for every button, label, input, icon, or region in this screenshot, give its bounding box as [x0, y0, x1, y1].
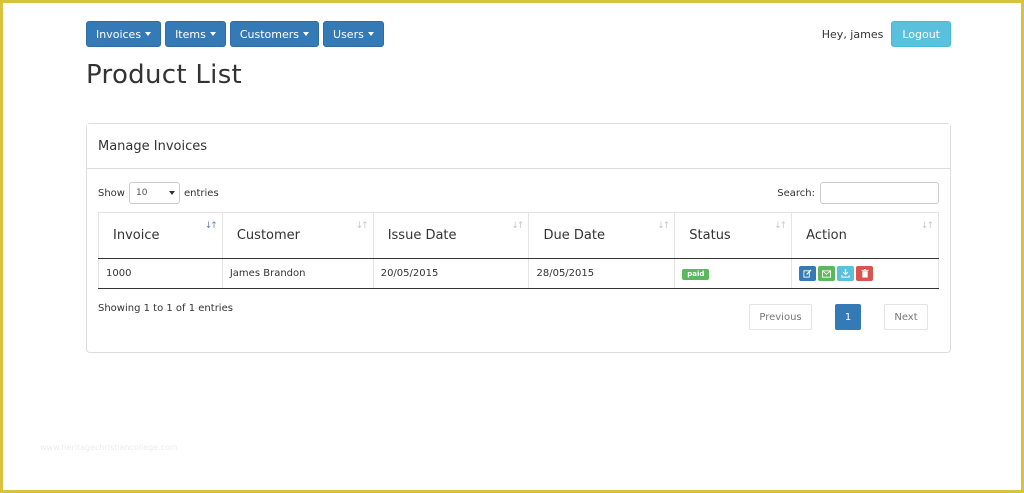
column-header-label: Status: [689, 228, 731, 243]
logout-button[interactable]: Logout: [891, 21, 951, 47]
search-label: Search:: [777, 187, 815, 199]
column-header-customer[interactable]: Customer ↓↑: [221, 212, 374, 259]
watermark: www.heritagechristiancollege.com: [40, 443, 178, 452]
status-badge: paid: [682, 268, 710, 280]
manage-invoices-panel: Manage Invoices Show 10 entries Search: …: [86, 123, 951, 353]
nav-users-label: Users: [333, 27, 364, 41]
user-greeting: Hey, james: [821, 27, 884, 41]
download-icon: [841, 269, 850, 278]
sort-icon: ↓↑: [657, 221, 670, 231]
column-header-status[interactable]: Status ↓↑: [674, 212, 792, 259]
entries-select[interactable]: 10: [128, 182, 180, 204]
caret-down-icon: [145, 32, 152, 36]
sort-icon: ↓↑: [920, 221, 934, 231]
cell-invoice: 1000: [98, 258, 223, 289]
edit-icon: [803, 269, 812, 278]
column-header-action[interactable]: Action ↓↑: [791, 212, 939, 259]
table-controls: Show 10 entries Search:: [98, 181, 939, 205]
top-navigation: Invoices Items Customers Users Hey, jame…: [86, 21, 951, 47]
caret-down-icon: [209, 32, 216, 36]
search-input[interactable]: [820, 182, 939, 204]
pagination-previous[interactable]: Previous: [749, 304, 812, 330]
entries-select-value: 10: [135, 188, 148, 198]
cell-customer: James Brandon: [221, 258, 374, 289]
column-header-due-date[interactable]: Due Date ↓↑: [528, 212, 675, 259]
edit-button[interactable]: [799, 266, 817, 281]
caret-down-icon: [303, 32, 310, 36]
nav-users-dropdown[interactable]: Users: [323, 21, 384, 47]
caret-down-icon: [367, 32, 374, 36]
sort-icon: ↓↑: [355, 221, 369, 231]
trash-icon: [861, 269, 869, 278]
envelope-icon: [822, 269, 832, 278]
table-row: 1000 James Brandon 20/05/2015 28/05/2015…: [98, 258, 939, 289]
page-title: Product List: [86, 60, 243, 90]
column-header-label: Action: [806, 228, 847, 243]
invoices-table: Invoice ↓↑ Customer ↓↑ Issue Date ↓↑ Due…: [98, 212, 939, 289]
nav-customers-label: Customers: [239, 27, 300, 41]
delete-button[interactable]: [856, 266, 874, 281]
email-button[interactable]: [818, 266, 836, 281]
sort-icon: ↓↑: [774, 221, 787, 231]
nav-customers-dropdown[interactable]: Customers: [229, 21, 320, 47]
nav-items-label: Items: [175, 27, 206, 41]
column-header-label: Customer: [236, 228, 301, 243]
panel-heading: Manage Invoices: [87, 124, 950, 169]
sort-ascending-icon: ↓↑: [204, 221, 218, 231]
download-button[interactable]: [837, 266, 855, 281]
nav-items-dropdown[interactable]: Items: [165, 21, 226, 47]
pagination-page-1[interactable]: 1: [835, 304, 861, 330]
column-header-label: Due Date: [543, 228, 605, 243]
column-header-label: Issue Date: [387, 228, 457, 243]
cell-issue-date: 20/05/2015: [372, 258, 529, 289]
column-header-issue-date[interactable]: Issue Date ↓↑: [372, 212, 529, 259]
table-info: Showing 1 to 1 of 1 entries: [98, 303, 233, 314]
cell-actions: [791, 258, 939, 289]
pagination-next[interactable]: Next: [884, 304, 928, 330]
table-header-row: Invoice ↓↑ Customer ↓↑ Issue Date ↓↑ Due…: [98, 212, 939, 259]
nav-invoices-dropdown[interactable]: Invoices: [86, 21, 162, 47]
cell-due-date: 28/05/2015: [528, 258, 675, 289]
cell-status: paid: [674, 258, 792, 289]
show-label: Show: [98, 187, 125, 199]
column-header-invoice[interactable]: Invoice ↓↑: [98, 212, 223, 259]
sort-icon: ↓↑: [511, 221, 524, 231]
nav-invoices-label: Invoices: [96, 27, 142, 41]
column-header-label: Invoice: [113, 228, 160, 243]
pagination: Previous 1 Next: [749, 304, 929, 330]
entries-label: entries: [183, 187, 219, 199]
select-arrow-icon: [168, 191, 175, 195]
